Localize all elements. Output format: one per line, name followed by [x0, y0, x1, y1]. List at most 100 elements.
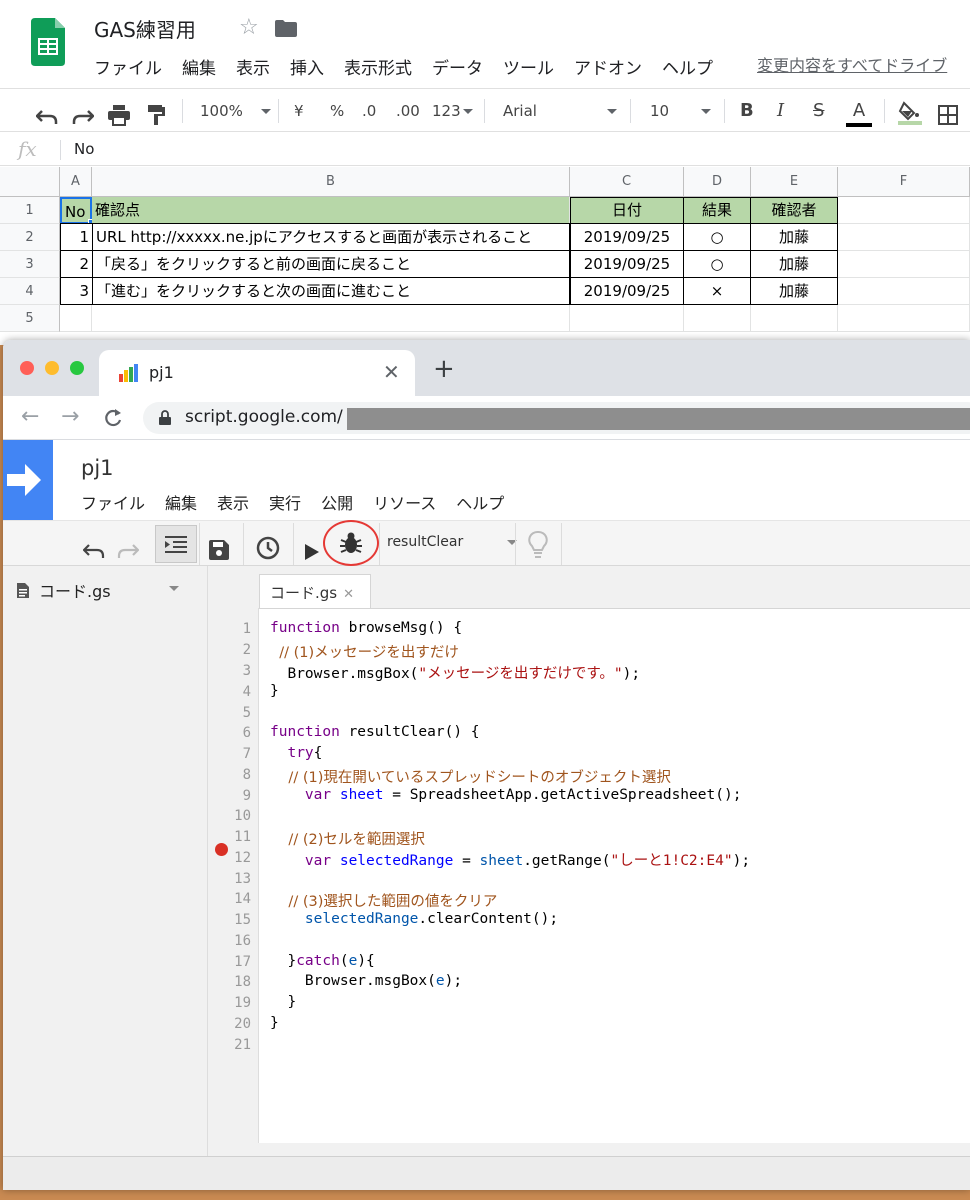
window-zoom-button[interactable] [70, 361, 84, 375]
cell-f1[interactable] [838, 197, 970, 224]
menu-edit[interactable]: 編集 [182, 54, 216, 79]
cell-f3[interactable] [838, 251, 970, 278]
bold-button[interactable]: B [740, 97, 754, 125]
line-number[interactable]: 15 [209, 912, 251, 928]
cell-e2[interactable]: 加藤 [750, 223, 838, 251]
line-number[interactable]: 11 [209, 829, 251, 845]
sheets-logo-icon[interactable] [31, 18, 65, 66]
line-number[interactable]: 21 [209, 1037, 251, 1053]
debug-button[interactable] [323, 520, 379, 566]
menu-help[interactable]: ヘルプ [662, 54, 713, 79]
line-number[interactable]: 5 [209, 705, 251, 721]
cell-f2[interactable] [838, 224, 970, 251]
cell-d5[interactable] [684, 305, 751, 332]
save-icon[interactable] [209, 534, 229, 566]
line-number[interactable]: 9 [209, 788, 251, 804]
file-menu-caret-icon[interactable] [169, 586, 179, 591]
line-number[interactable]: 1 [209, 621, 251, 637]
italic-button[interactable]: I [777, 97, 784, 125]
strikethrough-button[interactable]: S [813, 97, 824, 125]
cell-b2[interactable]: URL http://xxxxx.ne.jpにアクセスすると画面が表示されること [92, 223, 570, 251]
star-icon[interactable]: ☆ [239, 15, 259, 40]
fill-color-icon[interactable] [898, 99, 922, 127]
cell-d1[interactable]: 結果 [683, 197, 751, 224]
line-number[interactable]: 8 [209, 767, 251, 783]
select-all-corner[interactable] [0, 167, 60, 197]
menu-data[interactable]: データ [432, 54, 483, 79]
editor-tab-code-gs[interactable]: コード.gs ✕ [259, 574, 371, 608]
more-formats-button[interactable]: 123 [432, 97, 473, 125]
cell-f5[interactable] [838, 305, 970, 332]
line-number[interactable]: 19 [209, 995, 251, 1011]
cell-b5[interactable] [92, 305, 570, 332]
back-icon[interactable]: ← [21, 404, 39, 429]
code-editor[interactable]: 1 2 3 4 5 6 7 8 9 10 11 12 13 14 15 16 1… [215, 608, 970, 1143]
window-minimize-button[interactable] [45, 361, 59, 375]
undo-icon[interactable] [36, 103, 58, 131]
line-number[interactable]: 18 [209, 974, 251, 990]
gas-menu-edit[interactable]: 編集 [165, 490, 197, 514]
reload-icon[interactable] [103, 408, 123, 428]
cell-e5[interactable] [751, 305, 838, 332]
line-number[interactable]: 2 [209, 642, 251, 658]
cell-a2[interactable]: 1 [60, 223, 93, 251]
column-header-e[interactable]: E [751, 167, 838, 197]
gas-menu-run[interactable]: 実行 [269, 490, 301, 514]
print-icon[interactable] [108, 101, 130, 129]
line-number[interactable]: 14 [209, 891, 251, 907]
cell-a3[interactable]: 2 [60, 250, 93, 278]
cell-d2[interactable]: ○ [683, 223, 751, 251]
column-header-c[interactable]: C [570, 167, 684, 197]
menu-tools[interactable]: ツール [503, 54, 554, 79]
cell-e3[interactable]: 加藤 [750, 250, 838, 278]
borders-icon[interactable] [938, 101, 958, 129]
redo-icon[interactable] [72, 103, 94, 131]
function-select[interactable]: resultClear [387, 534, 518, 550]
currency-button[interactable]: ¥ [294, 97, 304, 125]
menu-file[interactable]: ファイル [94, 54, 162, 79]
line-number[interactable]: 16 [209, 933, 251, 949]
text-color-button[interactable]: A [846, 97, 872, 127]
line-number[interactable]: 4 [209, 684, 251, 700]
last-edit-link[interactable]: 変更内容をすべてドライブ [757, 52, 947, 76]
menu-insert[interactable]: 挿入 [290, 54, 324, 79]
row-header-5[interactable]: 5 [0, 305, 60, 332]
paint-format-icon[interactable] [146, 101, 166, 129]
line-number[interactable]: 13 [209, 871, 251, 887]
file-item-code-gs[interactable]: コード.gs [17, 578, 111, 602]
column-header-f[interactable]: F [838, 167, 970, 197]
run-icon[interactable] [305, 536, 319, 568]
cell-f4[interactable] [838, 278, 970, 305]
column-header-b[interactable]: B [92, 167, 570, 197]
menu-addons[interactable]: アドオン [574, 54, 642, 79]
menu-format[interactable]: 表示形式 [344, 54, 412, 79]
cell-c1[interactable]: 日付 [570, 197, 684, 224]
folder-icon[interactable] [275, 20, 297, 37]
cell-a4[interactable]: 3 [60, 277, 93, 305]
cell-c5[interactable] [570, 305, 684, 332]
cell-d3[interactable]: ○ [683, 250, 751, 278]
url-input[interactable]: script.google.com/ [143, 402, 970, 434]
gas-menu-file[interactable]: ファイル [81, 490, 145, 514]
editor-tab-close-icon[interactable]: ✕ [343, 587, 354, 602]
increase-decimal-button[interactable]: .00 [396, 97, 420, 125]
project-name[interactable]: pj1 [81, 456, 114, 480]
row-header-3[interactable]: 3 [0, 251, 60, 278]
cell-b1[interactable]: 確認点 [92, 197, 570, 224]
column-header-d[interactable]: D [684, 167, 751, 197]
cell-b4[interactable]: 「進む」をクリックすると次の画面に進むこと [92, 277, 570, 305]
tab-close-icon[interactable]: ✕ [383, 360, 400, 384]
decrease-decimal-button[interactable]: .0 [362, 97, 376, 125]
line-number[interactable]: 17 [209, 954, 251, 970]
row-header-4[interactable]: 4 [0, 278, 60, 305]
cell-c3[interactable]: 2019/09/25 [570, 250, 684, 278]
forward-icon[interactable]: → [61, 404, 79, 429]
cell-b3[interactable]: 「戻る」をクリックすると前の画面に戻ること [92, 250, 570, 278]
cell-a5[interactable] [60, 305, 92, 332]
gas-menu-help[interactable]: ヘルプ [456, 490, 504, 514]
gas-undo-icon[interactable] [83, 535, 105, 567]
browser-tab[interactable]: pj1 ✕ [99, 350, 415, 396]
document-title[interactable]: GAS練習用 [94, 14, 196, 43]
cell-c2[interactable]: 2019/09/25 [570, 223, 684, 251]
cell-d4[interactable]: × [683, 277, 751, 305]
